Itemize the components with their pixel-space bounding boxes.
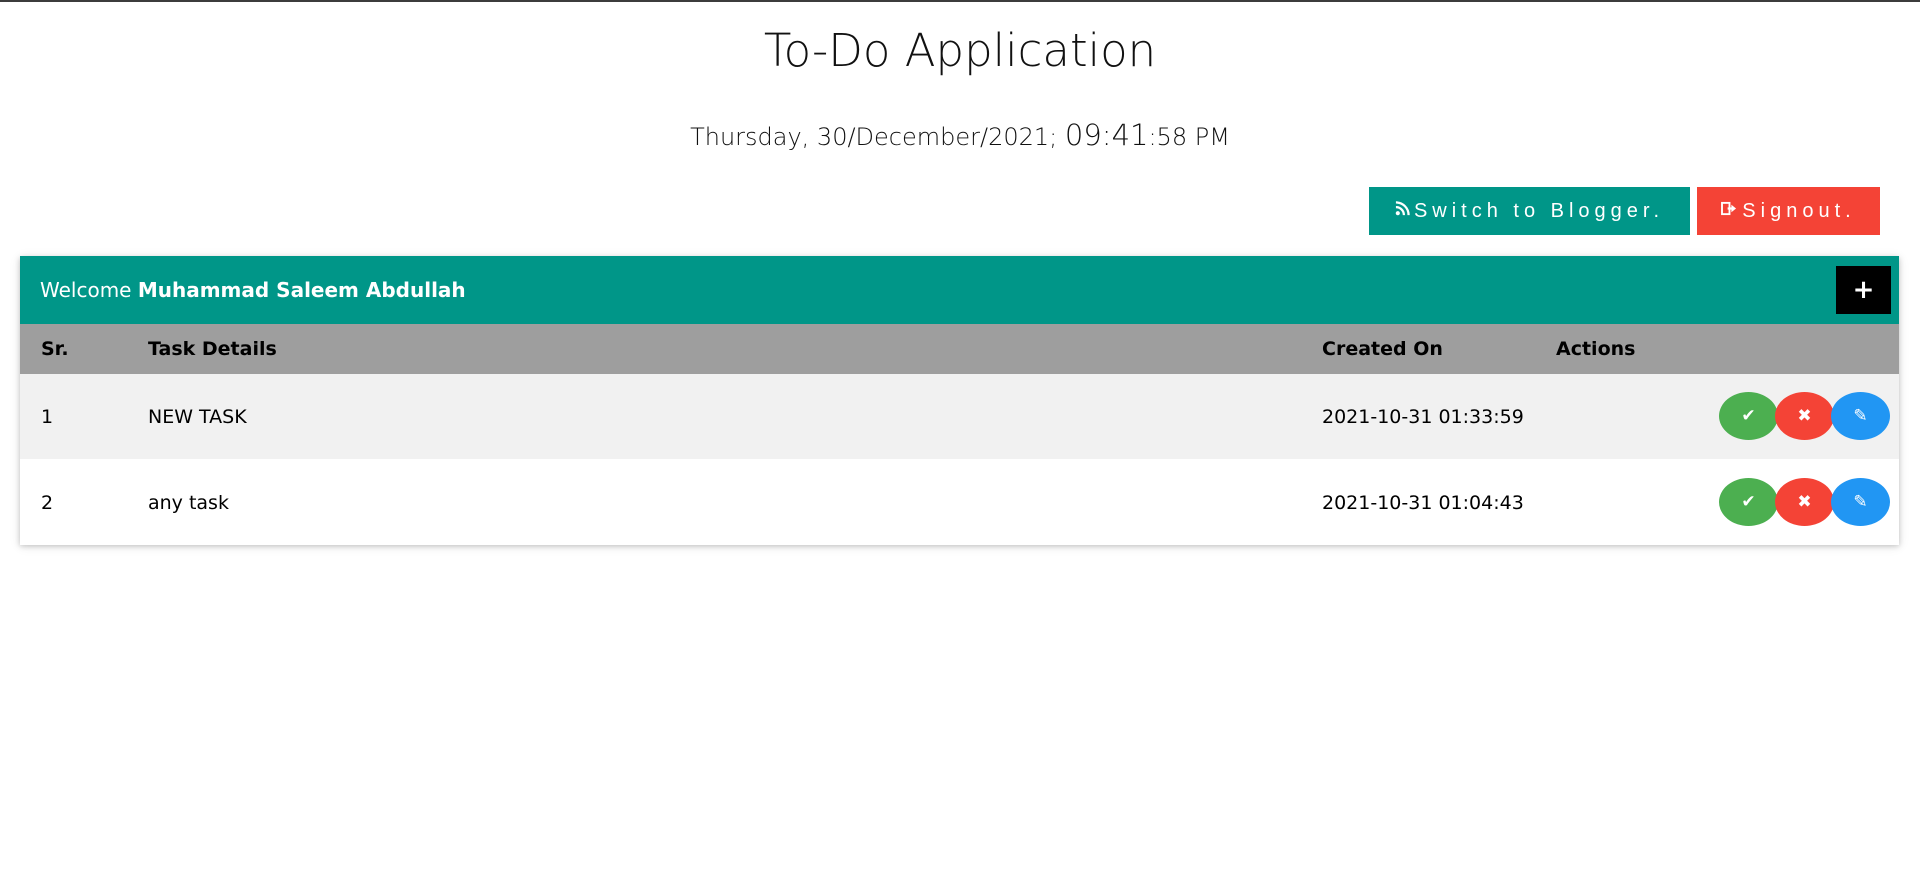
page-title: To-Do Application: [763, 24, 1157, 77]
close-icon: ✖: [1797, 406, 1812, 426]
edit-task-button[interactable]: ✎: [1831, 392, 1890, 440]
table-row: 2 any task 2021-10-31 01:04:43 ✔ ✖ ✎: [20, 460, 1899, 545]
signout-label: Signout.: [1742, 199, 1856, 222]
column-header-actions: Actions: [1556, 338, 1636, 360]
row-created-on: 2021-10-31 01:04:43: [1322, 491, 1524, 514]
row-sr: 2: [41, 491, 54, 514]
table-header: Sr. Task Details Created On Actions: [20, 324, 1899, 374]
row-actions: ✔ ✖ ✎: [1719, 478, 1899, 526]
pencil-icon: ✎: [1853, 492, 1868, 512]
complete-task-button[interactable]: ✔: [1719, 478, 1778, 526]
row-sr: 1: [41, 405, 54, 428]
tasks-card: Welcome Muhammad Saleem Abdullah + Sr. T…: [20, 256, 1899, 545]
row-created-on: 2021-10-31 01:33:59: [1322, 405, 1524, 428]
delete-task-button[interactable]: ✖: [1775, 478, 1834, 526]
user-name: Muhammad Saleem Abdullah: [137, 278, 466, 302]
signout-button[interactable]: Signout.: [1697, 187, 1880, 235]
date-text: Thursday, 30/December/2021;: [690, 123, 1065, 151]
time-hours-minutes: 09:41: [1064, 118, 1149, 152]
complete-task-button[interactable]: ✔: [1719, 392, 1778, 440]
switch-to-blogger-button[interactable]: Switch to Blogger.: [1369, 187, 1690, 235]
date-time-display: Thursday, 30/December/2021; 09:41:58 PM: [0, 118, 1920, 152]
row-actions: ✔ ✖ ✎: [1719, 392, 1899, 440]
column-header-created-on: Created On: [1322, 338, 1443, 360]
card-header: Welcome Muhammad Saleem Abdullah +: [20, 256, 1899, 324]
edit-task-button[interactable]: ✎: [1831, 478, 1890, 526]
sign-out-icon: [1721, 201, 1738, 221]
add-task-button[interactable]: +: [1836, 266, 1891, 314]
table-row: 1 NEW TASK 2021-10-31 01:33:59 ✔ ✖ ✎: [20, 374, 1899, 459]
check-icon: ✔: [1741, 406, 1756, 426]
welcome-prefix: Welcome: [40, 278, 138, 302]
column-header-sr: Sr.: [41, 338, 69, 360]
welcome-message: Welcome Muhammad Saleem Abdullah: [40, 256, 466, 324]
row-task-details: NEW TASK: [148, 405, 247, 428]
switch-to-blogger-label: Switch to Blogger.: [1413, 199, 1665, 222]
close-icon: ✖: [1797, 492, 1812, 512]
delete-task-button[interactable]: ✖: [1775, 392, 1834, 440]
pencil-icon: ✎: [1853, 406, 1868, 426]
rss-icon: [1395, 201, 1410, 221]
row-task-details: any task: [148, 491, 229, 514]
plus-icon: +: [1852, 275, 1875, 305]
column-header-task-details: Task Details: [148, 338, 277, 360]
check-icon: ✔: [1741, 492, 1756, 512]
time-seconds-period: :58 PM: [1148, 123, 1230, 151]
